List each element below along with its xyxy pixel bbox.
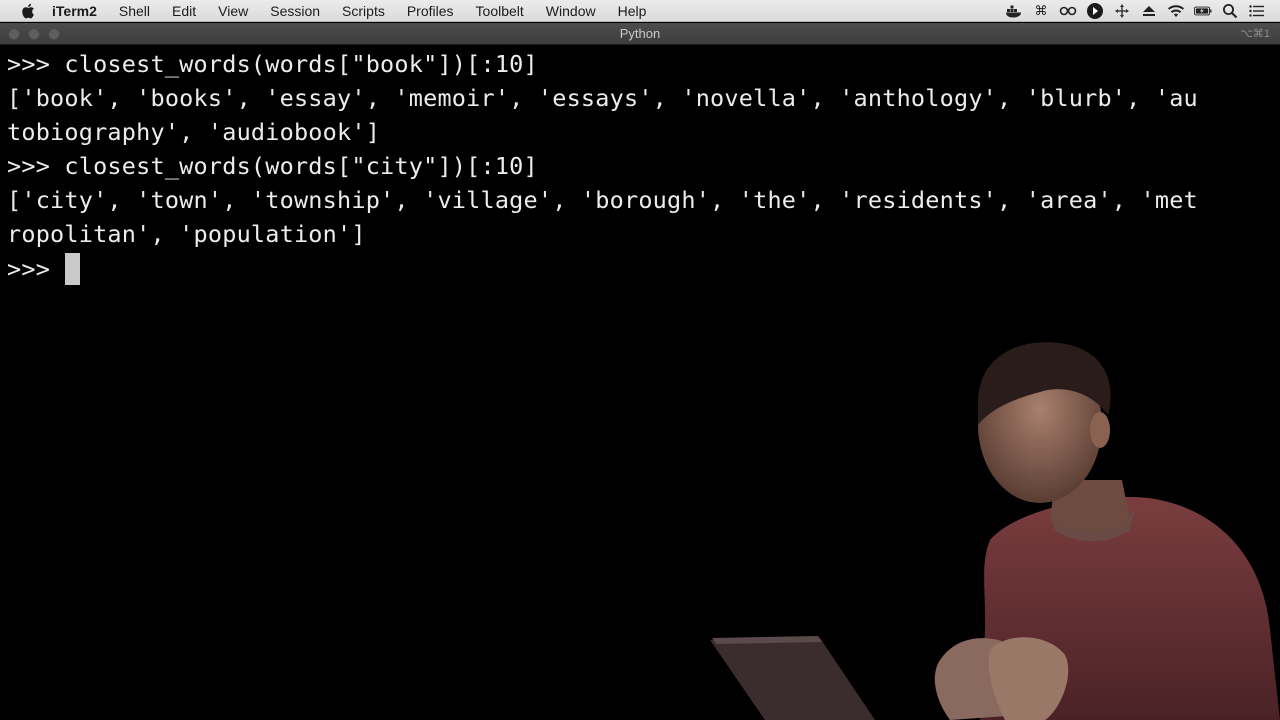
terminal-line-6: ropolitan', 'population'] bbox=[7, 220, 366, 248]
docker-icon[interactable] bbox=[1005, 3, 1023, 19]
menu-profiles[interactable]: Profiles bbox=[407, 3, 454, 19]
terminal-line-5: ['city', 'town', 'township', 'village', … bbox=[7, 186, 1198, 214]
menu-help[interactable]: Help bbox=[618, 3, 647, 19]
apple-icon[interactable] bbox=[20, 3, 36, 19]
terminal-line-3: tobiography', 'audiobook'] bbox=[7, 118, 381, 146]
eject-icon[interactable] bbox=[1140, 3, 1158, 19]
play-icon[interactable] bbox=[1086, 3, 1104, 19]
terminal-area[interactable]: >>> closest_words(words["book"])[:10] ['… bbox=[0, 45, 1280, 720]
terminal-line-2: ['book', 'books', 'essay', 'memoir', 'es… bbox=[7, 84, 1198, 112]
menu-bar: iTerm2 Shell Edit View Session Scripts P… bbox=[0, 0, 1280, 22]
terminal-line-1: >>> closest_words(words["book"])[:10] bbox=[7, 50, 538, 78]
screen: iTerm2 Shell Edit View Session Scripts P… bbox=[0, 0, 1280, 720]
menu-edit[interactable]: Edit bbox=[172, 3, 196, 19]
menu-scripts[interactable]: Scripts bbox=[342, 3, 385, 19]
window-title: Python bbox=[619, 26, 661, 41]
status-area: ⌘ bbox=[996, 0, 1280, 22]
search-icon[interactable] bbox=[1221, 3, 1239, 19]
move-icon[interactable] bbox=[1113, 3, 1131, 19]
menu-app-name[interactable]: iTerm2 bbox=[52, 3, 97, 19]
terminal-prompt: >>> bbox=[7, 255, 65, 283]
menu-window[interactable]: Window bbox=[546, 3, 596, 19]
wifi-icon[interactable] bbox=[1167, 3, 1185, 19]
text-cursor bbox=[65, 253, 80, 285]
menu-toolbelt[interactable]: Toolbelt bbox=[476, 3, 524, 19]
window-title-bar[interactable]: Python ⌥⌘1 bbox=[0, 23, 1280, 45]
link-icon[interactable] bbox=[1059, 3, 1077, 19]
window-shortcut: ⌥⌘1 bbox=[1240, 28, 1270, 40]
menu-session[interactable]: Session bbox=[270, 3, 320, 19]
menu-view[interactable]: View bbox=[218, 3, 248, 19]
menu-icon[interactable] bbox=[1248, 3, 1266, 19]
menu-shell[interactable]: Shell bbox=[119, 3, 150, 19]
battery-icon[interactable] bbox=[1194, 3, 1212, 19]
command-key-icon[interactable]: ⌘ bbox=[1032, 3, 1050, 19]
terminal-line-4: >>> closest_words(words["city"])[:10] bbox=[7, 152, 538, 180]
